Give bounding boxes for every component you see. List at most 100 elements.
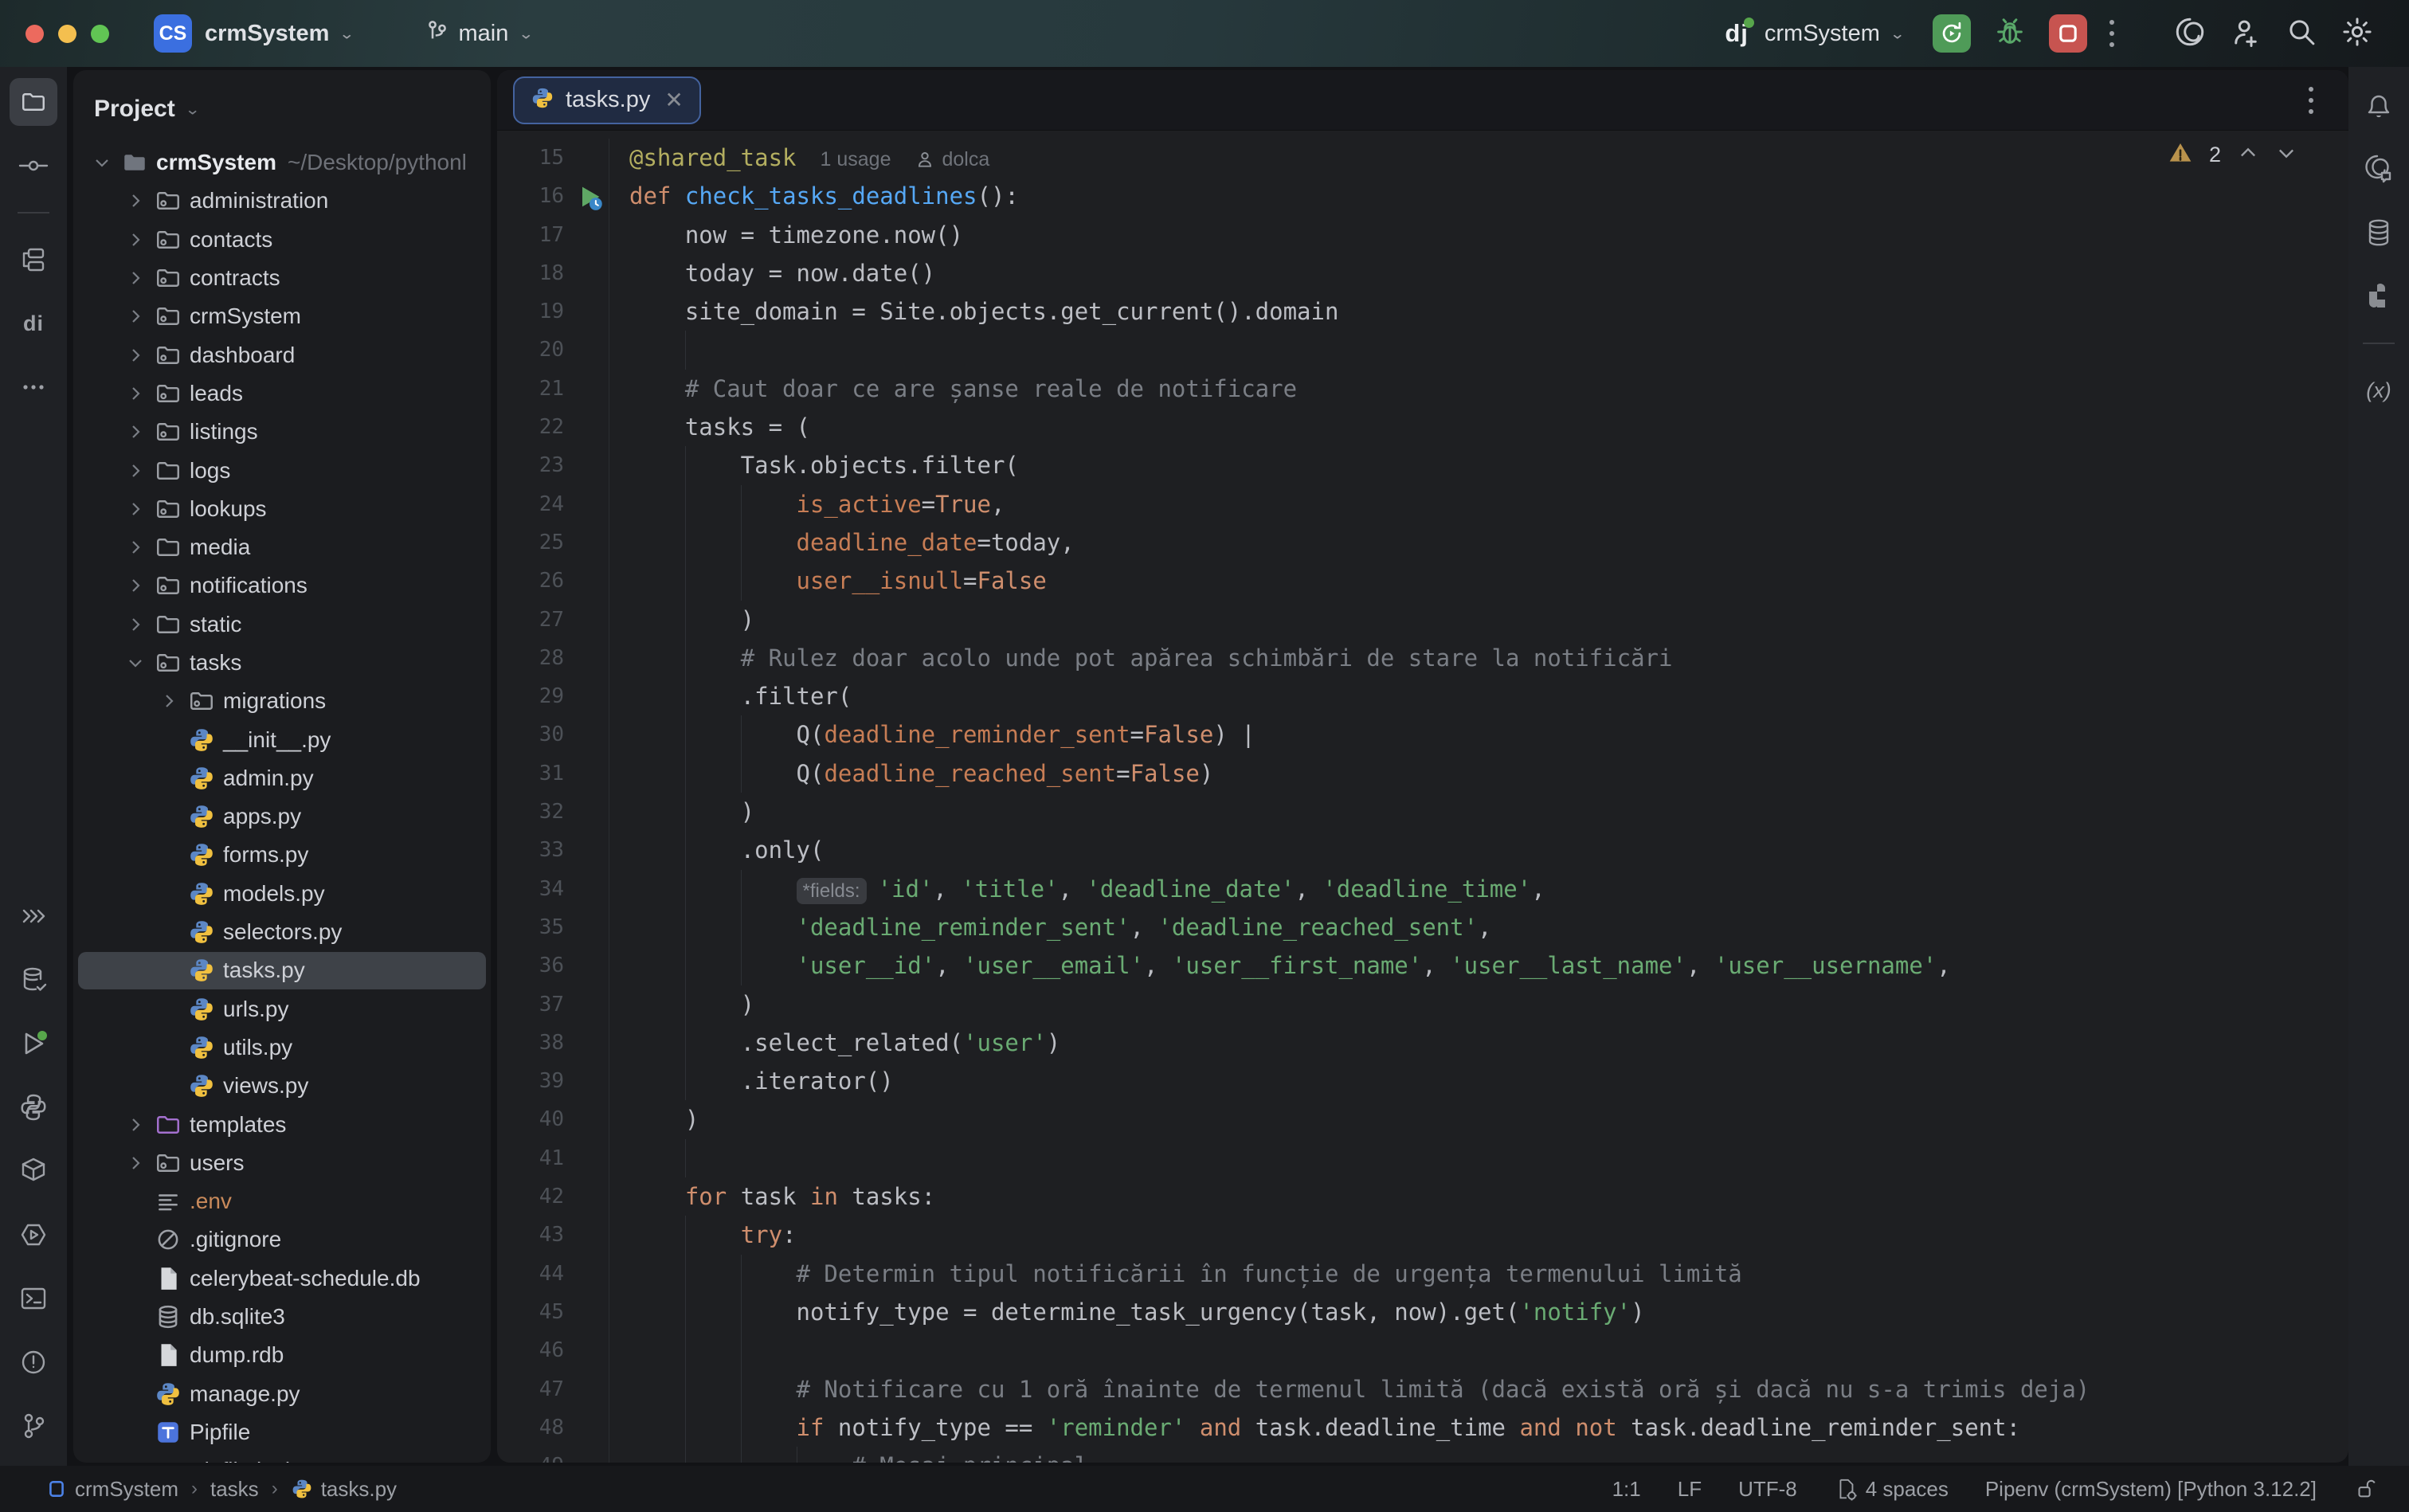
notifications-icon[interactable]: [2355, 81, 2403, 129]
stop-button[interactable]: [2049, 14, 2087, 53]
ai-assistant-icon[interactable]: [2355, 145, 2403, 193]
tree-item-selectors-py[interactable]: selectors.py: [73, 913, 491, 951]
project-name[interactable]: crmSystem: [205, 21, 329, 47]
structure-icon[interactable]: [10, 236, 57, 284]
chevron-right-icon[interactable]: [119, 499, 151, 519]
tree-item-administration[interactable]: administration: [73, 182, 491, 220]
tree-item-manage-py[interactable]: manage.py: [73, 1375, 491, 1413]
tab-tasks-py[interactable]: tasks.py ✕: [513, 76, 701, 124]
tree-item--gitignore[interactable]: .gitignore: [73, 1220, 491, 1259]
database-icon[interactable]: [2355, 209, 2403, 257]
tree-item-utils-py[interactable]: utils.py: [73, 1028, 491, 1067]
status-lock[interactable]: [2353, 1477, 2377, 1501]
next-problem-icon[interactable]: [2275, 142, 2297, 168]
tree-item-listings[interactable]: listings: [73, 413, 491, 451]
breadcrumb-tasks[interactable]: tasks: [210, 1477, 259, 1502]
chevron-right-icon[interactable]: [119, 230, 151, 249]
close-window-button[interactable]: [25, 25, 44, 43]
add-user-icon[interactable]: [2229, 15, 2262, 53]
tree-item-pipfile-lock[interactable]: Pipfile.lock: [73, 1451, 491, 1463]
tree-item-leads[interactable]: leads: [73, 374, 491, 413]
more-tool-windows-icon[interactable]: [10, 363, 57, 411]
chevron-right-icon[interactable]: [119, 576, 151, 595]
maximize-window-button[interactable]: [91, 25, 109, 43]
chevron-right-icon[interactable]: [119, 461, 151, 480]
breadcrumb-tasks-py[interactable]: tasks.py: [291, 1477, 397, 1502]
tree-item-urls-py[interactable]: urls.py: [73, 990, 491, 1028]
tree-item-contracts[interactable]: contracts: [73, 259, 491, 297]
project-badge[interactable]: CS: [154, 14, 192, 53]
project-folder-icon[interactable]: [10, 78, 57, 126]
code-editor[interactable]: 15@shared_task1 usagedolca16def check_ta…: [497, 131, 2348, 1463]
variables-icon[interactable]: (x): [2355, 366, 2403, 414]
tree-item-lookups[interactable]: lookups: [73, 490, 491, 528]
python-console-icon[interactable]: [10, 1083, 57, 1131]
breadcrumb-crmsystem[interactable]: crmSystem: [46, 1477, 178, 1502]
tree-item--init-py[interactable]: __init__.py: [73, 720, 491, 758]
git-icon[interactable]: [10, 1402, 57, 1450]
project-panel-header[interactable]: Project ⌄: [73, 70, 491, 129]
terminal-icon[interactable]: [10, 1275, 57, 1322]
chevron-right-icon[interactable]: [119, 1115, 151, 1134]
tree-item-media[interactable]: media: [73, 528, 491, 566]
tree-item-crmsystem[interactable]: crmSystem~/Desktop/pythonl: [73, 143, 491, 182]
inspection-widget[interactable]: 2: [2168, 140, 2297, 170]
hide-windows-icon[interactable]: [10, 892, 57, 940]
tree-item-tasks[interactable]: tasks: [73, 644, 491, 682]
search-icon[interactable]: [2285, 15, 2318, 53]
close-icon[interactable]: ✕: [664, 87, 683, 113]
tree-item-tasks-py[interactable]: tasks.py: [73, 951, 491, 989]
debug-button[interactable]: [1993, 15, 2027, 53]
tree-item-admin-py[interactable]: admin.py: [73, 759, 491, 797]
status-caret-position[interactable]: 1:1: [1612, 1477, 1641, 1502]
tree-item-static[interactable]: static: [73, 605, 491, 644]
database-changes-icon[interactable]: [10, 956, 57, 1004]
python-packages-icon[interactable]: [10, 1147, 57, 1195]
chevron-right-icon[interactable]: [119, 346, 151, 365]
tree-item-users[interactable]: users: [73, 1144, 491, 1182]
tree-item-views-py[interactable]: views.py: [73, 1067, 491, 1105]
tree-item-templates[interactable]: templates: [73, 1105, 491, 1143]
run-task-gutter-icon[interactable]: [564, 177, 609, 215]
status-line-separator[interactable]: LF: [1678, 1477, 1702, 1502]
plugins-icon[interactable]: [2355, 272, 2403, 320]
tree-item-crmsystem[interactable]: crmSystem: [73, 297, 491, 335]
previous-problem-icon[interactable]: [2237, 142, 2259, 168]
tree-item-celerybeat-schedule-db[interactable]: celerybeat-schedule.db: [73, 1259, 491, 1298]
chevron-right-icon[interactable]: [119, 384, 151, 403]
tree-item-contacts[interactable]: contacts: [73, 221, 491, 259]
commit-icon[interactable]: [10, 142, 57, 190]
chevron-right-icon[interactable]: [119, 268, 151, 288]
tree-item-forms-py[interactable]: forms.py: [73, 836, 491, 874]
problems-icon[interactable]: [10, 1338, 57, 1386]
more-run-actions-button[interactable]: [2109, 20, 2114, 47]
tree-item-apps-py[interactable]: apps.py: [73, 797, 491, 836]
services-icon[interactable]: [10, 1211, 57, 1259]
ai-assistant-icon[interactable]: [2173, 15, 2207, 53]
tree-item-notifications[interactable]: notifications: [73, 566, 491, 605]
status-interpreter[interactable]: Pipenv (crmSystem) [Python 3.12.2]: [1985, 1477, 2317, 1502]
status-encoding[interactable]: UTF-8: [1738, 1477, 1797, 1502]
tree-item-logs[interactable]: logs: [73, 451, 491, 489]
minimize-window-button[interactable]: [58, 25, 76, 43]
chevron-right-icon[interactable]: [119, 191, 151, 210]
chevron-right-icon[interactable]: [153, 691, 185, 711]
git-branch-widget[interactable]: main ⌄: [423, 18, 534, 50]
run-icon[interactable]: [10, 1020, 57, 1067]
tree-item-migrations[interactable]: migrations: [73, 682, 491, 720]
rerun-button[interactable]: [1933, 14, 1971, 53]
chevron-down-icon[interactable]: [119, 653, 151, 672]
chevron-right-icon[interactable]: [119, 615, 151, 634]
chevron-right-icon[interactable]: [119, 538, 151, 557]
chevron-down-icon[interactable]: [86, 153, 118, 172]
tree-item-pipfile[interactable]: Pipfile: [73, 1413, 491, 1451]
tree-item-dump-rdb[interactable]: dump.rdb: [73, 1336, 491, 1374]
status-indent[interactable]: 4 spaces: [1834, 1477, 1949, 1502]
chevron-right-icon[interactable]: [119, 307, 151, 326]
tree-item-dashboard[interactable]: dashboard: [73, 335, 491, 374]
tab-options-kebab[interactable]: [2309, 87, 2313, 114]
settings-gear-icon[interactable]: [2340, 15, 2374, 53]
tree-item-models-py[interactable]: models.py: [73, 875, 491, 913]
tree-item--env[interactable]: .env: [73, 1182, 491, 1220]
tree-item-db-sqlite3[interactable]: db.sqlite3: [73, 1298, 491, 1336]
